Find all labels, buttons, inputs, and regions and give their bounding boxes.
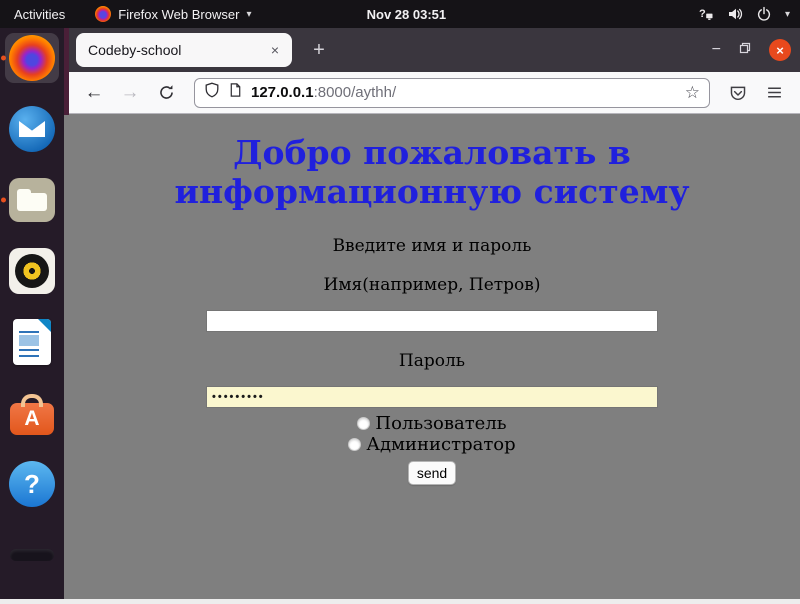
password-input[interactable] — [206, 386, 658, 408]
dock-item-help[interactable] — [5, 459, 59, 509]
dock-item-thunderbird[interactable] — [5, 104, 59, 154]
tab-title: Codeby-school — [88, 42, 267, 58]
software-icon — [10, 403, 54, 435]
name-input[interactable] — [206, 310, 658, 332]
radio-icon[interactable] — [357, 417, 370, 430]
navigation-toolbar: ← → 127.0.0.1:8000/aythh/ ☆ — [64, 72, 800, 114]
running-indicator — [1, 56, 6, 61]
dock-item-files[interactable] — [5, 175, 59, 225]
role-option-user[interactable]: Пользователь — [64, 414, 800, 433]
tab-close-icon[interactable]: × — [267, 40, 283, 60]
app-menu[interactable]: Firefox Web Browser ▾ — [95, 6, 251, 22]
running-indicator — [1, 198, 6, 203]
name-label: Имя(например, Петров) — [64, 275, 800, 295]
caret-down-icon: ▾ — [785, 9, 790, 20]
screen: Activities Firefox Web Browser ▾ Nov 28 … — [0, 0, 800, 604]
app-menu-label: Firefox Web Browser — [118, 7, 239, 22]
firefox-window: Codeby-school × + − × ← → — [64, 28, 800, 604]
role-option-label: Пользователь — [375, 414, 506, 433]
volume-icon — [727, 6, 743, 22]
shield-icon[interactable] — [204, 82, 220, 103]
new-tab-button[interactable]: + — [304, 35, 334, 65]
wallpaper-sliver — [64, 28, 69, 115]
restore-button[interactable] — [738, 41, 752, 60]
dock-item-hidden-app[interactable] — [5, 530, 59, 580]
url-path: :8000/aythh/ — [314, 84, 397, 101]
bookmark-star-icon[interactable]: ☆ — [685, 83, 700, 103]
password-label: Пароль — [64, 351, 800, 371]
pocket-icon[interactable] — [722, 78, 754, 108]
rhythmbox-icon — [9, 248, 55, 294]
hidden-app-icon — [10, 549, 54, 561]
svg-text:?: ? — [699, 8, 706, 20]
reload-button[interactable] — [150, 78, 182, 108]
dock-item-rhythmbox[interactable] — [5, 246, 59, 296]
tab-strip: Codeby-school × + − × — [64, 28, 800, 72]
firefox-mini-icon — [95, 6, 111, 22]
dock-item-software[interactable] — [5, 388, 59, 438]
browser-tab[interactable]: Codeby-school × — [76, 33, 292, 67]
network-question-icon: ? — [698, 6, 714, 22]
close-button[interactable]: × — [769, 39, 791, 61]
role-option-label: Администратор — [366, 435, 515, 454]
caret-down-icon: ▾ — [246, 9, 251, 20]
role-radio-group: Пользователь Администратор — [64, 414, 800, 454]
radio-icon[interactable] — [348, 438, 361, 451]
writer-icon — [13, 319, 51, 365]
dock — [0, 28, 64, 604]
page-content: Добро пожаловать в информационную систем… — [64, 114, 800, 604]
send-button[interactable]: send — [408, 461, 456, 485]
system-top-bar: Activities Firefox Web Browser ▾ Nov 28 … — [0, 0, 800, 28]
hamburger-menu-icon[interactable] — [758, 78, 790, 108]
firefox-icon — [9, 35, 55, 81]
role-option-admin[interactable]: Администратор — [64, 435, 800, 454]
clock[interactable]: Nov 28 03:51 — [367, 0, 447, 28]
url-bar[interactable]: 127.0.0.1:8000/aythh/ ☆ — [194, 78, 710, 108]
bottom-strip — [0, 599, 800, 604]
url-text: 127.0.0.1:8000/aythh/ — [251, 84, 677, 101]
dock-item-writer[interactable] — [5, 317, 59, 367]
page-info-icon[interactable] — [228, 82, 243, 103]
page-title: Добро пожаловать в информационную систем… — [152, 134, 712, 211]
help-icon — [9, 461, 55, 507]
back-button[interactable]: ← — [78, 78, 110, 108]
thunderbird-icon — [9, 106, 55, 152]
files-icon — [9, 178, 55, 222]
system-status-menu[interactable]: ? ▾ — [698, 6, 790, 22]
url-host: 127.0.0.1 — [251, 84, 314, 101]
forward-button[interactable]: → — [114, 78, 146, 108]
form-subtitle: Введите имя и пароль — [64, 236, 800, 256]
dock-item-firefox[interactable] — [5, 33, 59, 83]
minimize-button[interactable]: − — [712, 42, 721, 58]
activities-button[interactable]: Activities — [10, 7, 69, 22]
power-icon — [756, 6, 772, 22]
